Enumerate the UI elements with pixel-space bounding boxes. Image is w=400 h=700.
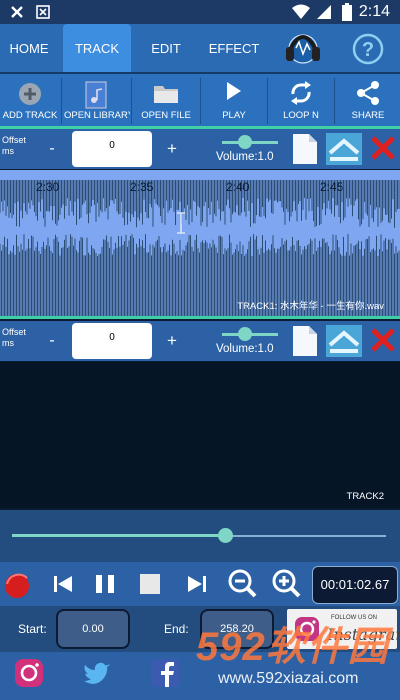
toolbar-divider xyxy=(61,78,62,124)
playback-progress-fill xyxy=(12,534,226,537)
wifi-icon xyxy=(292,4,310,19)
track1-offset-input[interactable]: 0 xyxy=(72,131,152,167)
start-label: Start: xyxy=(18,622,47,636)
facebook-icon[interactable] xyxy=(150,658,180,688)
track1-offset-minus-button[interactable]: - xyxy=(34,133,70,165)
tab-effect[interactable]: EFFECT xyxy=(200,24,268,72)
loop-icon xyxy=(291,81,311,105)
track2-offset-label: Offset ms xyxy=(2,327,26,348)
open-library-button[interactable]: OPEN LIBRARY xyxy=(64,74,130,128)
track-toolbar: ADD TRACK OPEN LIBRARY OPEN FILE PLAY LO… xyxy=(0,72,400,128)
notification-close-icon xyxy=(11,6,23,18)
pause-icon[interactable] xyxy=(86,564,124,604)
toolbar-divider xyxy=(131,78,132,124)
loop-label: LOOP N xyxy=(283,110,319,121)
track1-volume-label: Volume:1.0 xyxy=(216,151,274,163)
track2-waveform[interactable]: TRACK2 xyxy=(0,362,400,508)
follow-us-text: FOLLOW US ON xyxy=(331,615,378,621)
play-label: PLAY xyxy=(222,110,246,121)
playback-progress-knob[interactable] xyxy=(218,528,234,543)
app-screen: 2:14 HOME TRACK EDIT EFFECT ? ADD TRACK … xyxy=(0,0,400,700)
headphones-icon[interactable] xyxy=(282,28,324,68)
track1-offset-plus-button[interactable]: + xyxy=(154,133,190,165)
toolbar-divider xyxy=(267,78,268,124)
play-icon xyxy=(227,82,241,100)
tab-edit[interactable]: EDIT xyxy=(134,24,198,72)
transport-controls: 00:01:02.67 xyxy=(0,562,400,606)
status-bar: 2:14 xyxy=(0,0,400,24)
track1-volume-knob[interactable] xyxy=(238,135,252,149)
toolbar-divider xyxy=(200,78,201,124)
track2-offset-minus-button[interactable]: - xyxy=(34,325,70,357)
open-file-button[interactable]: OPEN FILE xyxy=(133,74,199,128)
open-library-label: OPEN LIBRARY xyxy=(64,110,130,121)
instagram-follow-banner[interactable]: FOLLOW US ON Instagram xyxy=(287,609,400,649)
stop-icon[interactable] xyxy=(131,564,169,604)
open-file-label: OPEN FILE xyxy=(141,110,191,121)
tab-track[interactable]: TRACK xyxy=(63,24,131,72)
share-button[interactable]: SHARE xyxy=(336,74,400,128)
track2-volume-label: Volume:1.0 xyxy=(216,343,274,355)
add-track-button[interactable]: ADD TRACK xyxy=(0,74,60,128)
track2-volume-knob[interactable] xyxy=(238,327,252,341)
tab-home[interactable]: HOME xyxy=(0,24,58,72)
music-library-icon xyxy=(85,81,107,109)
svg-text:?: ? xyxy=(362,39,374,61)
battery-icon xyxy=(342,3,352,21)
start-input[interactable]: 0.00 xyxy=(56,609,130,649)
track1-remove-icon[interactable] xyxy=(370,135,396,161)
folder-icon xyxy=(154,86,178,103)
time-marker: 2:45 xyxy=(320,180,344,194)
toolbar-divider xyxy=(334,78,335,124)
zoom-out-icon[interactable] xyxy=(224,564,262,604)
track2-collapse-icon[interactable] xyxy=(326,325,362,357)
skip-forward-icon[interactable] xyxy=(178,564,216,604)
instagram-icon xyxy=(295,617,319,641)
track1-name: TRACK1: 水木年华 - 一生有你.wav xyxy=(237,301,384,312)
track1-waveform[interactable]: 2:30 2:35 2:40 2:45 TRACK1: 水木年华 - 一生有你.… xyxy=(0,170,400,316)
loop-button[interactable]: LOOP N xyxy=(269,74,333,128)
skip-back-icon[interactable] xyxy=(44,564,82,604)
zoom-in-icon[interactable] xyxy=(268,564,306,604)
track2-document-icon[interactable] xyxy=(291,325,319,357)
track2-remove-icon[interactable] xyxy=(370,327,396,353)
track2-offset-input[interactable]: 0 xyxy=(72,323,152,359)
time-marker: 2:35 xyxy=(130,180,154,194)
end-label: End: xyxy=(164,622,189,636)
playback-progress-area xyxy=(0,510,400,562)
record-icon[interactable] xyxy=(0,564,38,604)
share-icon xyxy=(357,81,379,105)
signal-icon xyxy=(317,5,331,19)
playback-timer: 00:01:02.67 xyxy=(312,566,398,604)
track1-collapse-icon[interactable] xyxy=(326,133,362,165)
track1-controls: Offset ms - 0 + Volume:1.0 xyxy=(0,129,400,169)
track2-offset-plus-button[interactable]: + xyxy=(154,325,190,357)
divider-line xyxy=(0,316,400,319)
track2-controls: Offset ms - 0 + Volume:1.0 xyxy=(0,321,400,361)
end-input[interactable]: 258.20 xyxy=(200,609,274,649)
share-label: SHARE xyxy=(351,110,385,121)
instagram-brand-text: Instagram xyxy=(327,625,400,644)
notification-box-icon xyxy=(36,5,50,19)
help-icon[interactable]: ? xyxy=(351,32,385,66)
track1-document-icon[interactable] xyxy=(291,133,319,165)
play-button[interactable]: PLAY xyxy=(202,74,266,128)
track1-offset-label: Offset ms xyxy=(2,135,26,156)
add-track-label: ADD TRACK xyxy=(2,110,58,121)
instagram-icon[interactable] xyxy=(14,658,44,688)
text-cursor-icon xyxy=(177,212,185,234)
social-links xyxy=(0,652,400,700)
status-time: 2:14 xyxy=(358,3,390,20)
time-marker: 2:40 xyxy=(226,180,250,194)
add-track-icon xyxy=(19,83,41,105)
main-tabs: HOME TRACK EDIT EFFECT ? xyxy=(0,24,400,72)
track2-name: TRACK2 xyxy=(346,491,384,502)
twitter-icon[interactable] xyxy=(82,658,112,688)
time-marker: 2:30 xyxy=(36,180,60,194)
